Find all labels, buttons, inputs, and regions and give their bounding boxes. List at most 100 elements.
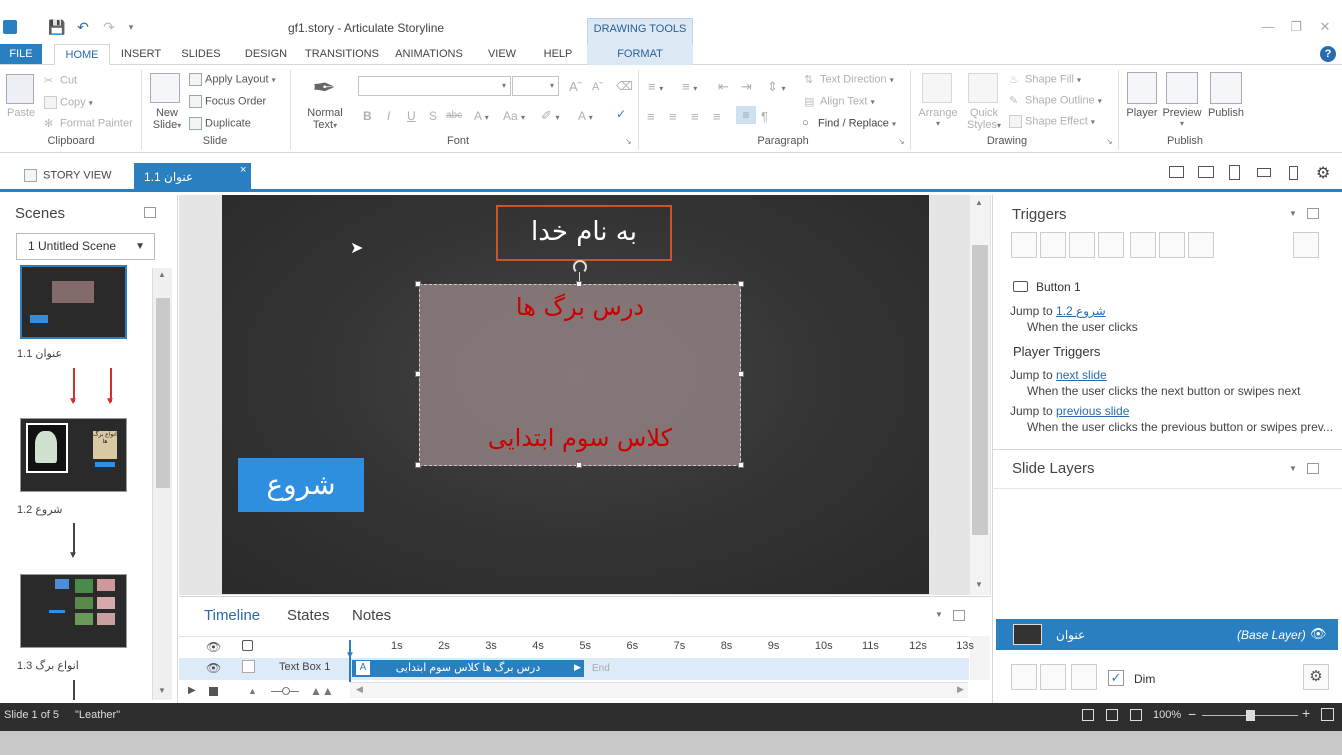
save-icon[interactable]: 💾 bbox=[48, 19, 65, 35]
desktop-view-icon[interactable] bbox=[1169, 166, 1184, 178]
shrink-font-icon[interactable]: Aˇ bbox=[592, 81, 603, 93]
quick-styles-icon[interactable] bbox=[968, 73, 998, 103]
scroll-down-icon[interactable]: ▼ bbox=[975, 580, 983, 589]
tab-file[interactable]: FILE bbox=[0, 44, 42, 64]
paste-icon[interactable] bbox=[6, 74, 34, 104]
tab-help[interactable]: HELP bbox=[538, 44, 578, 65]
slide-thumbnail-1-3[interactable] bbox=[20, 574, 127, 648]
resize-handle[interactable] bbox=[738, 281, 744, 287]
scenes-scrollbar[interactable]: ▲ ▼ bbox=[152, 268, 172, 700]
numbering-icon[interactable]: ≡ ▾ bbox=[682, 79, 697, 94]
resize-handle[interactable] bbox=[738, 462, 744, 468]
eye-icon[interactable]: 👁 bbox=[206, 640, 221, 654]
pane-restore-icon[interactable] bbox=[1307, 208, 1319, 219]
customize-qat-icon[interactable]: ▾ bbox=[123, 19, 139, 35]
bar-end-arrow-icon[interactable]: ▶ bbox=[574, 662, 581, 673]
redo-icon[interactable]: ↷ bbox=[101, 19, 117, 35]
phone-landscape-icon[interactable] bbox=[1257, 168, 1271, 177]
delete-trigger-icon[interactable] bbox=[1130, 232, 1156, 258]
close-slide-tab-icon[interactable]: × bbox=[240, 164, 246, 176]
tab-insert[interactable]: INSERT bbox=[116, 44, 166, 65]
shadow-button[interactable]: S bbox=[429, 109, 437, 123]
title-text-box[interactable]: به نام خدا bbox=[496, 205, 672, 261]
clear-formatting-icon[interactable]: ⌫ bbox=[616, 79, 633, 93]
normal-text-icon[interactable]: ✒ bbox=[308, 72, 340, 104]
stop-icon[interactable] bbox=[209, 687, 218, 696]
story-view-tab[interactable]: STORY VIEW bbox=[24, 169, 111, 182]
zoom-slider-thumb[interactable] bbox=[1246, 710, 1255, 721]
close-window-icon[interactable]: ✕ bbox=[1316, 18, 1334, 36]
tab-design[interactable]: DESIGN bbox=[240, 44, 292, 65]
scene-select[interactable]: 1 Untitled Scene ▼ bbox=[16, 233, 155, 260]
storyline-app-icon[interactable] bbox=[3, 20, 17, 34]
resize-handle[interactable] bbox=[415, 462, 421, 468]
new-trigger-icon[interactable] bbox=[1011, 232, 1037, 258]
slide-tab-1-1[interactable]: 1.1 عنوان bbox=[134, 163, 251, 192]
bullets-icon[interactable]: ≡ ▾ bbox=[648, 79, 663, 94]
pane-restore-icon[interactable] bbox=[1307, 463, 1319, 474]
copy-trigger-icon[interactable] bbox=[1069, 232, 1095, 258]
paragraph-dialog-launcher-icon[interactable]: ↘ bbox=[898, 137, 905, 146]
zoom-out-button[interactable]: − bbox=[1188, 706, 1196, 722]
new-slide-icon[interactable] bbox=[150, 73, 180, 103]
eye-icon[interactable]: 👁 bbox=[1310, 626, 1327, 642]
change-case-button[interactable]: Aa ▾ bbox=[503, 109, 525, 123]
font-dialog-launcher-icon[interactable]: ↘ bbox=[625, 137, 632, 146]
line-spacing-icon[interactable]: ⇕ ▾ bbox=[767, 79, 786, 95]
timeline-playhead[interactable] bbox=[349, 640, 351, 682]
text-color-icon[interactable]: A ▾ bbox=[578, 109, 593, 123]
zoom-out-timeline-icon[interactable]: ▲ bbox=[248, 686, 257, 696]
shape-fill-button[interactable]: ♨ Shape Fill ▾ bbox=[1009, 73, 1081, 86]
playhead-marker-icon[interactable]: ▼ bbox=[345, 650, 355, 661]
justify-icon[interactable]: ≡ bbox=[713, 109, 721, 124]
collapse-icon[interactable]: ▼ bbox=[935, 610, 943, 619]
fit-to-window-icon[interactable] bbox=[1321, 708, 1334, 721]
align-text-button[interactable]: ▤ Align Text ▾ bbox=[804, 95, 875, 108]
quick-styles-button[interactable]: Quick Styles▾ bbox=[963, 107, 1005, 131]
move-down-icon[interactable] bbox=[1188, 232, 1214, 258]
align-left-icon[interactable]: ≡ bbox=[647, 109, 655, 124]
trigger-2-target-link[interactable]: next slide bbox=[1056, 368, 1107, 382]
decrease-indent-icon[interactable]: ⇤ bbox=[718, 79, 729, 95]
lock-icon[interactable] bbox=[242, 640, 253, 651]
underline-button[interactable]: U bbox=[407, 109, 416, 123]
delete-layer-icon[interactable] bbox=[1071, 664, 1097, 690]
resize-handle[interactable] bbox=[576, 281, 582, 287]
eye-icon[interactable]: 👁 bbox=[206, 661, 221, 675]
slide-thumbnail-1-2[interactable]: انواع برگ ها bbox=[20, 418, 127, 492]
font-color-button[interactable]: A ▾ bbox=[474, 109, 489, 123]
dim-checkbox[interactable]: ✓ bbox=[1108, 670, 1124, 686]
tab-view[interactable]: VIEW bbox=[482, 44, 522, 65]
preview-icon[interactable] bbox=[1166, 72, 1198, 104]
tablet-portrait-icon[interactable] bbox=[1229, 165, 1240, 180]
layer-properties-gear-icon[interactable]: ⚙ bbox=[1303, 664, 1329, 690]
trigger-1-target-link[interactable]: 1.2 شروع bbox=[1056, 304, 1106, 318]
tab-timeline[interactable]: Timeline bbox=[204, 607, 260, 624]
tab-transitions[interactable]: TRANSITIONS bbox=[302, 44, 382, 65]
publish-icon[interactable] bbox=[1210, 72, 1242, 104]
cut-button[interactable]: ✂ Cut bbox=[44, 74, 77, 87]
new-slide-button[interactable]: New Slide▾ bbox=[152, 107, 182, 131]
rtl-direction-icon[interactable]: ¶ bbox=[761, 109, 768, 124]
paste-button[interactable]: Paste bbox=[7, 107, 35, 119]
tablet-landscape-icon[interactable] bbox=[1198, 166, 1214, 178]
italic-button[interactable]: I bbox=[387, 109, 390, 123]
timeline-zoom-thumb[interactable] bbox=[282, 687, 290, 695]
pane-restore-icon[interactable] bbox=[953, 610, 965, 621]
font-family-combo[interactable]: ▾ bbox=[358, 76, 511, 96]
tab-home[interactable]: HOME bbox=[54, 44, 110, 65]
trigger-panel-options-icon[interactable] bbox=[1293, 232, 1319, 258]
format-painter-button[interactable]: ✻ Format Painter bbox=[44, 117, 133, 130]
edit-trigger-icon[interactable] bbox=[1040, 232, 1066, 258]
resize-handle[interactable] bbox=[415, 281, 421, 287]
scroll-up-icon[interactable]: ▲ bbox=[158, 270, 166, 279]
arrange-button[interactable]: Arrange ▾ bbox=[917, 107, 959, 128]
timeline-hscrollbar[interactable] bbox=[350, 682, 968, 698]
align-center-icon[interactable]: ≡ bbox=[669, 109, 677, 124]
resize-handle[interactable] bbox=[415, 371, 421, 377]
tab-states[interactable]: States bbox=[287, 607, 330, 624]
player-button[interactable]: Player bbox=[1124, 107, 1160, 119]
scroll-up-icon[interactable]: ▲ bbox=[975, 198, 983, 207]
tab-slides[interactable]: SLIDES bbox=[178, 44, 224, 65]
move-up-icon[interactable] bbox=[1159, 232, 1185, 258]
